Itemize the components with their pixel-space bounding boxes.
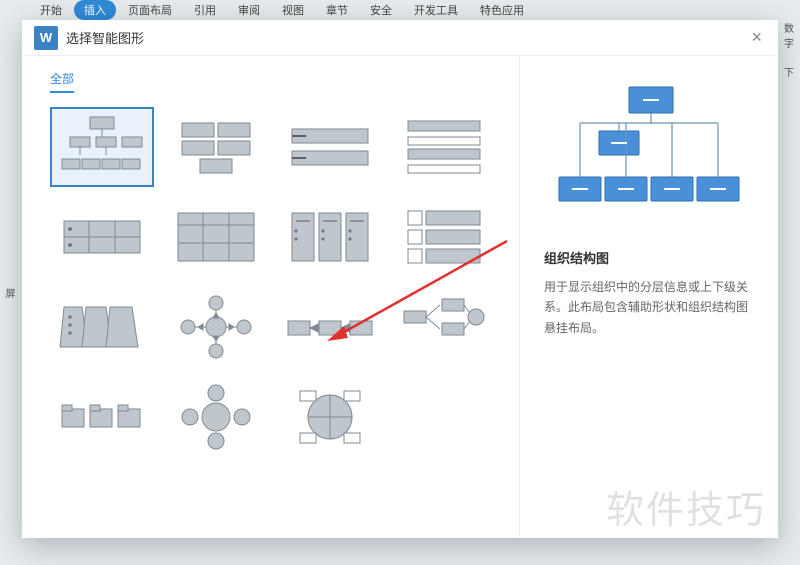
thumb-circle-4[interactable]	[164, 377, 268, 457]
ribbon-tab-view[interactable]: 视图	[272, 0, 314, 20]
thumb-pie-matrix[interactable]	[278, 377, 382, 457]
thumb-stacked-rows[interactable]	[164, 107, 268, 187]
left-strip-text: 屏	[0, 20, 16, 565]
thumb-table-3x3[interactable]	[164, 197, 268, 277]
dialog-body: 全部	[22, 56, 778, 538]
filter-tab-all[interactable]: 全部	[50, 70, 74, 93]
ribbon-tab-security[interactable]: 安全	[360, 0, 402, 20]
ribbon-tab-review[interactable]: 审阅	[228, 0, 270, 20]
dialog-title: 选择智能图形	[66, 28, 747, 47]
thumb-pyramid-steps[interactable]	[50, 287, 154, 367]
thumb-org-chart[interactable]	[50, 107, 154, 187]
ribbon-tab-layout[interactable]: 页面布局	[118, 0, 182, 20]
right-strip-a: 数字	[784, 20, 800, 50]
ribbon-tabs: 开始 插入 页面布局 引用 审阅 视图 章节 安全 开发工具 特色应用	[0, 0, 800, 20]
thumb-icon-list[interactable]	[392, 197, 496, 277]
right-strip: 数字 下	[784, 20, 800, 79]
preview-pane: 组织结构图 用于显示组织中的分层信息或上下级关系。此布局包含辅助形状和组织结构图…	[519, 56, 778, 538]
ribbon-tab-ref[interactable]: 引用	[184, 0, 226, 20]
titlebar: W 选择智能图形 ×	[22, 20, 778, 56]
thumb-note-cols[interactable]	[278, 197, 382, 277]
app-logo-icon: W	[34, 26, 58, 50]
ribbon-tab-chapter[interactable]: 章节	[316, 0, 358, 20]
thumb-header-list[interactable]	[392, 107, 496, 187]
right-strip-b: 下	[784, 64, 800, 79]
thumb-two-bars[interactable]	[278, 107, 382, 187]
ribbon-tab-start[interactable]: 开始	[30, 0, 72, 20]
preview-diagram	[544, 74, 754, 224]
thumb-table-3x2[interactable]	[50, 197, 154, 277]
gallery-pane: 全部	[22, 56, 519, 538]
preview-title: 组织结构图	[544, 248, 754, 267]
preview-description: 用于显示组织中的分层信息或上下级关系。此布局包含辅助形状和组织结构图悬挂布局。	[544, 277, 754, 338]
close-button[interactable]: ×	[747, 27, 766, 48]
ribbon-tab-dev[interactable]: 开发工具	[404, 0, 468, 20]
thumb-flow-branch[interactable]	[392, 287, 496, 367]
smartart-dialog: W 选择智能图形 × 全部	[22, 20, 778, 538]
thumb-process-3[interactable]	[278, 287, 382, 367]
ribbon-tab-insert[interactable]: 插入	[74, 0, 116, 20]
thumbnail-grid	[50, 107, 501, 457]
thumb-folder-tabs[interactable]	[50, 377, 154, 457]
ribbon-tab-special[interactable]: 特色应用	[470, 0, 534, 20]
thumb-hub-spoke[interactable]	[164, 287, 268, 367]
